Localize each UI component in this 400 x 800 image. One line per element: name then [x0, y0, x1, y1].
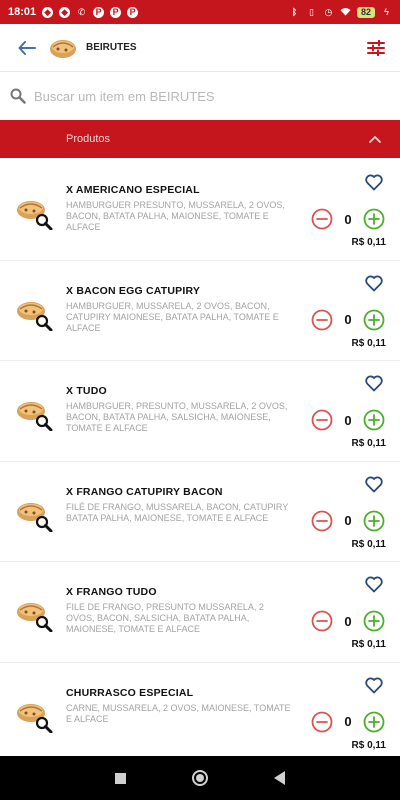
product-item[interactable]: X BACON EGG CATUPIRY HAMBURGUER, MUSSARE… — [0, 261, 400, 361]
back-button[interactable] — [12, 33, 42, 63]
quantity-stepper: 0 — [311, 408, 385, 432]
product-description: HAMBURGUER, PRESUNTO, MUSSARELA, 2 OVOS,… — [66, 401, 288, 433]
favorite-heart-icon[interactable] — [364, 172, 384, 192]
products-section-header[interactable]: Produtos — [0, 120, 400, 158]
product-price: R$ 0,11 — [351, 538, 386, 550]
product-description: CARNE, MUSSARELA, 2 OVOS, MAIONESE, TOMA… — [66, 702, 291, 724]
product-description: HAMBURGUER, MUSSARELA, 2 OVOS, BACON, CA… — [66, 300, 279, 333]
plus-button[interactable] — [363, 409, 385, 431]
minus-button[interactable] — [311, 309, 333, 331]
section-title: Produtos — [66, 133, 111, 145]
product-thumbnail-icon[interactable] — [14, 699, 54, 733]
favorite-heart-icon[interactable] — [364, 373, 384, 393]
product-price: R$ 0,11 — [351, 739, 386, 751]
status-time: 18:01 — [8, 6, 37, 18]
quantity-stepper: 0 — [311, 207, 385, 231]
quantity-value: 0 — [344, 714, 352, 729]
product-thumbnail-icon[interactable] — [14, 196, 54, 230]
product-price: R$ 0,11 — [351, 438, 386, 449]
quantity-value: 0 — [344, 513, 352, 528]
system-nav-bar — [0, 756, 400, 800]
product-name: CHURRASCO ESPECIAL — [66, 686, 194, 699]
product-item[interactable]: X FRANGO CATUPIRY BACON FILÉ DE FRANGO, … — [0, 462, 400, 562]
product-price: R$ 0,11 — [351, 237, 386, 248]
product-name: X FRANGO TUDO — [66, 586, 157, 598]
bluetooth-icon: ᛒ — [291, 7, 298, 17]
product-item[interactable]: X FRANGO TUDO FILE DE FRANGO, PRESUNTO M… — [0, 562, 400, 663]
arrow-left-icon — [18, 40, 36, 55]
app-bar: BEIRUTES — [0, 24, 400, 72]
back-nav-button[interactable] — [270, 768, 290, 788]
product-name: X TUDO — [66, 385, 107, 397]
filter-button[interactable] — [364, 36, 388, 60]
plus-button[interactable] — [363, 711, 385, 733]
minus-button[interactable] — [311, 409, 333, 431]
home-circle-icon — [192, 770, 208, 786]
product-price: R$ 0,11 — [351, 639, 386, 650]
status-left: 18:01 ◆ ◆ ✆ P P P — [8, 6, 139, 18]
plus-button[interactable] — [363, 208, 385, 230]
product-description: FILÉ DE FRANGO, MUSSARELA, BACON, CATUPI… — [66, 501, 289, 523]
product-item[interactable]: CHURRASCO ESPECIAL CARNE, MUSSARELA, 2 O… — [0, 663, 400, 764]
back-triangle-icon — [274, 771, 285, 785]
favorite-heart-icon[interactable] — [364, 675, 384, 695]
quantity-value: 0 — [344, 412, 352, 428]
product-thumbnail-icon[interactable] — [14, 498, 54, 532]
home-button[interactable] — [190, 768, 210, 788]
quantity-value: 0 — [344, 211, 352, 227]
shield-icon: ◆ — [59, 6, 71, 18]
favorite-heart-icon[interactable] — [364, 474, 384, 494]
minus-button[interactable] — [311, 610, 333, 632]
quantity-stepper: 0 — [311, 609, 385, 633]
p-app-icon: P — [93, 6, 105, 18]
search-input[interactable] — [34, 88, 364, 104]
vibrate-icon: ▯ — [309, 6, 314, 17]
recents-square-icon — [114, 772, 126, 784]
product-price: R$ 0,11 — [351, 337, 386, 349]
product-item[interactable]: X TUDO HAMBURGUER, PRESUNTO, MUSSARELA, … — [0, 361, 400, 462]
search-bar — [0, 76, 400, 116]
favorite-heart-icon[interactable] — [364, 273, 384, 293]
quantity-stepper: 0 — [311, 509, 385, 533]
store-logo — [50, 39, 76, 58]
product-name: X BACON EGG CATUPIRY — [66, 284, 201, 297]
wifi-icon — [340, 7, 351, 18]
store-name: BEIRUTES — [86, 42, 137, 53]
quantity-value: 0 — [344, 613, 352, 629]
search-icon — [10, 88, 26, 104]
sliders-icon — [367, 39, 385, 56]
chevron-up-icon — [369, 136, 381, 143]
product-name: X FRANGO CATUPIRY BACON — [66, 485, 223, 498]
product-description: FILE DE FRANGO, PRESUNTO MUSSARELA, 2 OV… — [66, 602, 264, 634]
quantity-stepper: 0 — [311, 308, 385, 332]
product-name: X AMERICANO ESPECIAL — [66, 184, 200, 196]
p-app-icon: P — [127, 6, 139, 18]
minus-button[interactable] — [311, 510, 333, 532]
plus-button[interactable] — [363, 510, 385, 532]
charging-icon: ϟ — [384, 7, 389, 17]
product-item[interactable]: X AMERICANO ESPECIAL HAMBURGUER PRESUNTO… — [0, 160, 400, 261]
quantity-value: 0 — [344, 312, 352, 327]
plus-button[interactable] — [363, 309, 385, 331]
product-thumbnail-icon[interactable] — [14, 397, 54, 431]
shield-icon: ◆ — [42, 6, 54, 18]
minus-button[interactable] — [311, 711, 333, 733]
status-bar: 18:01 ◆ ◆ ✆ P P P ᛒ ▯ ◷ 82 ϟ — [0, 0, 400, 24]
product-list: X AMERICANO ESPECIAL HAMBURGUER PRESUNTO… — [0, 160, 400, 763]
p-app-icon: P — [110, 6, 122, 18]
recents-button[interactable] — [110, 768, 130, 788]
plus-button[interactable] — [363, 610, 385, 632]
favorite-heart-icon[interactable] — [364, 574, 384, 594]
product-description: HAMBURGUER PRESUNTO, MUSSARELA, 2 OVOS, … — [66, 200, 285, 232]
battery-icon: 82 — [356, 6, 375, 18]
alarm-icon: ◷ — [324, 6, 333, 17]
quantity-stepper: 0 — [311, 710, 385, 734]
product-thumbnail-icon[interactable] — [14, 297, 54, 331]
phone-icon: ✆ — [77, 6, 86, 17]
status-right: ᛒ ▯ ◷ 82 ϟ — [289, 6, 392, 18]
product-thumbnail-icon[interactable] — [14, 598, 54, 632]
minus-button[interactable] — [311, 208, 333, 230]
